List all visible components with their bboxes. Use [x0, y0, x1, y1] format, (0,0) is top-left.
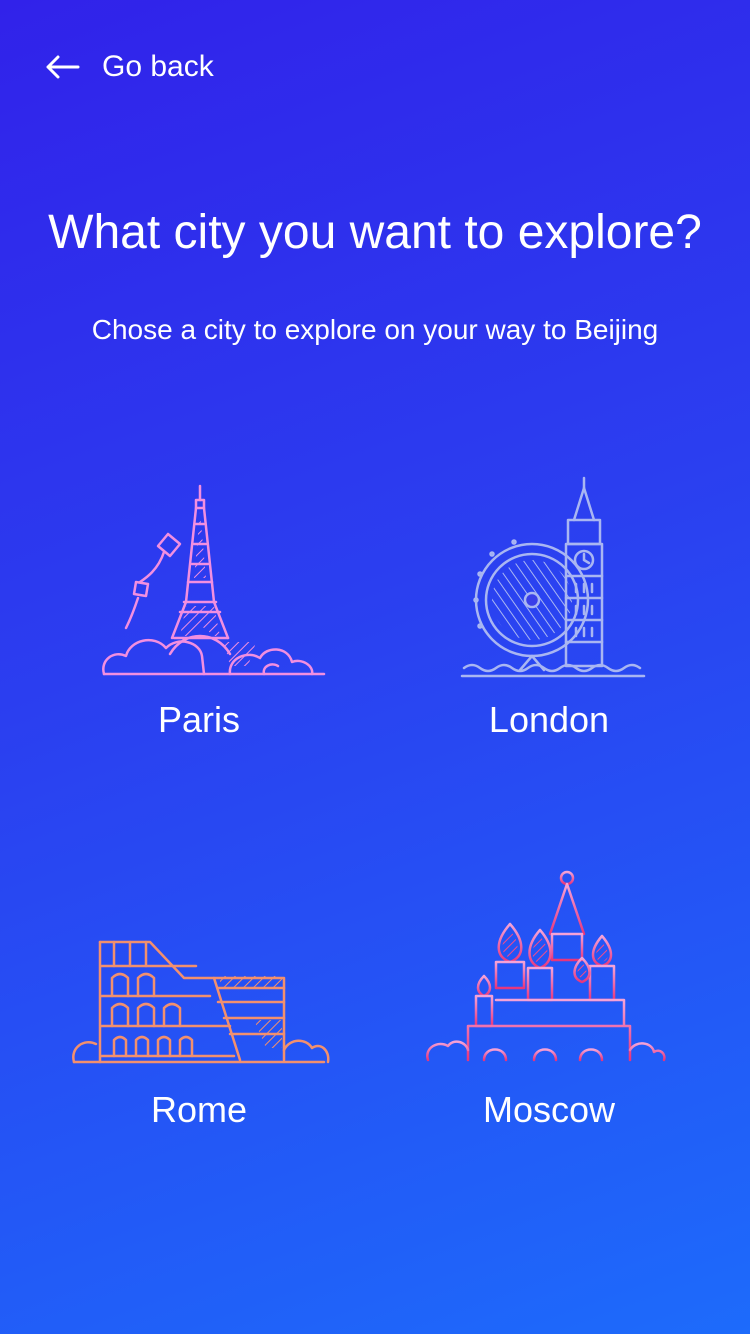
city-card-moscow[interactable]: Moscow	[384, 850, 714, 1170]
city-label-rome: Rome	[150, 1089, 248, 1130]
city-card-paris[interactable]: Paris	[34, 460, 364, 780]
city-card-london[interactable]: London	[384, 460, 714, 780]
page-title: What city you want to explore?	[48, 206, 702, 259]
saint-basils-cathedral-icon	[426, 858, 674, 1062]
eiffel-tower-icon	[102, 484, 326, 676]
colosseum-icon	[72, 940, 330, 1064]
city-label-paris: Paris	[157, 699, 241, 740]
arrow-left-icon	[46, 55, 80, 79]
city-label-moscow: Moscow	[482, 1089, 616, 1130]
page-subtitle: Chose a city to explore on your way to B…	[91, 314, 659, 345]
city-label-london: London	[488, 699, 610, 740]
go-back-button[interactable]: Go back	[46, 44, 214, 90]
go-back-label: Go back	[102, 50, 214, 83]
city-card-rome[interactable]: Rome	[34, 850, 364, 1170]
big-ben-london-eye-icon	[460, 476, 646, 678]
